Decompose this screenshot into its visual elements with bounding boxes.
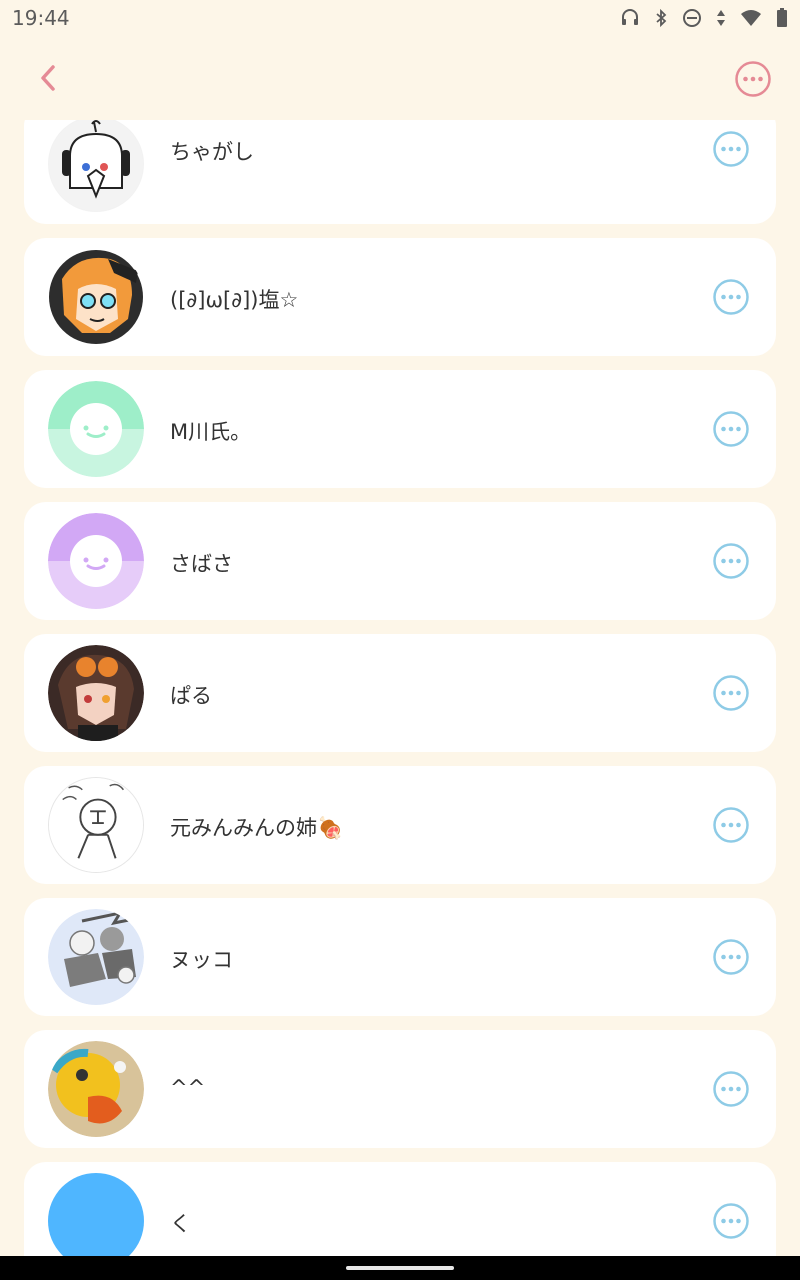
list-item[interactable]: ^^ bbox=[24, 1030, 776, 1148]
row-more-button[interactable] bbox=[712, 1070, 750, 1108]
user-avatar bbox=[48, 645, 144, 741]
user-avatar bbox=[48, 1173, 144, 1256]
user-avatar bbox=[48, 120, 144, 212]
list-item[interactable]: さばさ bbox=[24, 502, 776, 620]
status-icons bbox=[620, 8, 788, 28]
user-avatar bbox=[48, 513, 144, 609]
more-horizontal-circle-icon bbox=[713, 279, 749, 315]
list-item[interactable]: ちゃがし bbox=[24, 120, 776, 224]
user-list: ちゃがし ([∂]ω[∂])塩☆ M川氏。 さばさ ぱる 元みんみんの姉🍖 ヌッ… bbox=[0, 120, 800, 1256]
more-horizontal-circle-icon bbox=[713, 131, 749, 167]
user-name: M川氏。 bbox=[170, 420, 252, 444]
headphones-icon bbox=[622, 9, 638, 25]
status-time: 19:44 bbox=[12, 6, 70, 30]
bluetooth-icon bbox=[656, 8, 667, 28]
user-name: ([∂]ω[∂])塩☆ bbox=[170, 288, 299, 312]
user-avatar bbox=[48, 249, 144, 345]
more-horizontal-circle-icon bbox=[713, 939, 749, 975]
user-name: ちゃがし bbox=[170, 140, 254, 164]
row-more-button[interactable] bbox=[712, 806, 750, 844]
user-avatar bbox=[48, 1041, 144, 1137]
user-name: 元みんみんの姉🍖 bbox=[170, 816, 344, 840]
more-horizontal-circle-icon bbox=[713, 543, 749, 579]
more-horizontal-circle-icon bbox=[735, 61, 771, 97]
list-item[interactable]: 元みんみんの姉🍖 bbox=[24, 766, 776, 884]
row-more-button[interactable] bbox=[712, 542, 750, 580]
more-horizontal-circle-icon bbox=[713, 807, 749, 843]
user-name: く bbox=[170, 1212, 191, 1236]
chevron-left-icon bbox=[41, 65, 55, 91]
home-gesture-handle[interactable] bbox=[346, 1266, 454, 1270]
user-avatar bbox=[48, 777, 144, 873]
row-more-button[interactable] bbox=[712, 278, 750, 316]
user-name: さばさ bbox=[170, 552, 233, 576]
more-horizontal-circle-icon bbox=[713, 1071, 749, 1107]
user-avatar bbox=[48, 381, 144, 477]
row-more-button[interactable] bbox=[712, 1202, 750, 1240]
user-name: ぱる bbox=[170, 684, 212, 708]
list-item[interactable]: ([∂]ω[∂])塩☆ bbox=[24, 238, 776, 356]
header-more-button[interactable] bbox=[734, 60, 772, 98]
more-horizontal-circle-icon bbox=[713, 1203, 749, 1239]
list-item[interactable]: M川氏。 bbox=[24, 370, 776, 488]
list-item[interactable]: ぱる bbox=[24, 634, 776, 752]
system-nav-bar bbox=[0, 1256, 800, 1280]
list-item[interactable]: く bbox=[24, 1162, 776, 1256]
do-not-disturb-icon bbox=[683, 9, 701, 27]
more-horizontal-circle-icon bbox=[713, 411, 749, 447]
back-button[interactable] bbox=[30, 60, 66, 96]
status-bar: 19:44 bbox=[0, 0, 800, 36]
app-bar bbox=[0, 40, 800, 120]
row-more-button[interactable] bbox=[712, 674, 750, 712]
user-name: ヌッコ bbox=[170, 948, 233, 972]
row-more-button[interactable] bbox=[712, 130, 750, 168]
user-avatar bbox=[48, 909, 144, 1005]
user-name: ^^ bbox=[170, 1076, 206, 1100]
wifi-icon bbox=[741, 10, 761, 26]
battery-icon bbox=[777, 8, 787, 27]
data-arrows-icon bbox=[717, 10, 725, 26]
row-more-button[interactable] bbox=[712, 938, 750, 976]
more-horizontal-circle-icon bbox=[713, 675, 749, 711]
list-item[interactable]: ヌッコ bbox=[24, 898, 776, 1016]
row-more-button[interactable] bbox=[712, 410, 750, 448]
